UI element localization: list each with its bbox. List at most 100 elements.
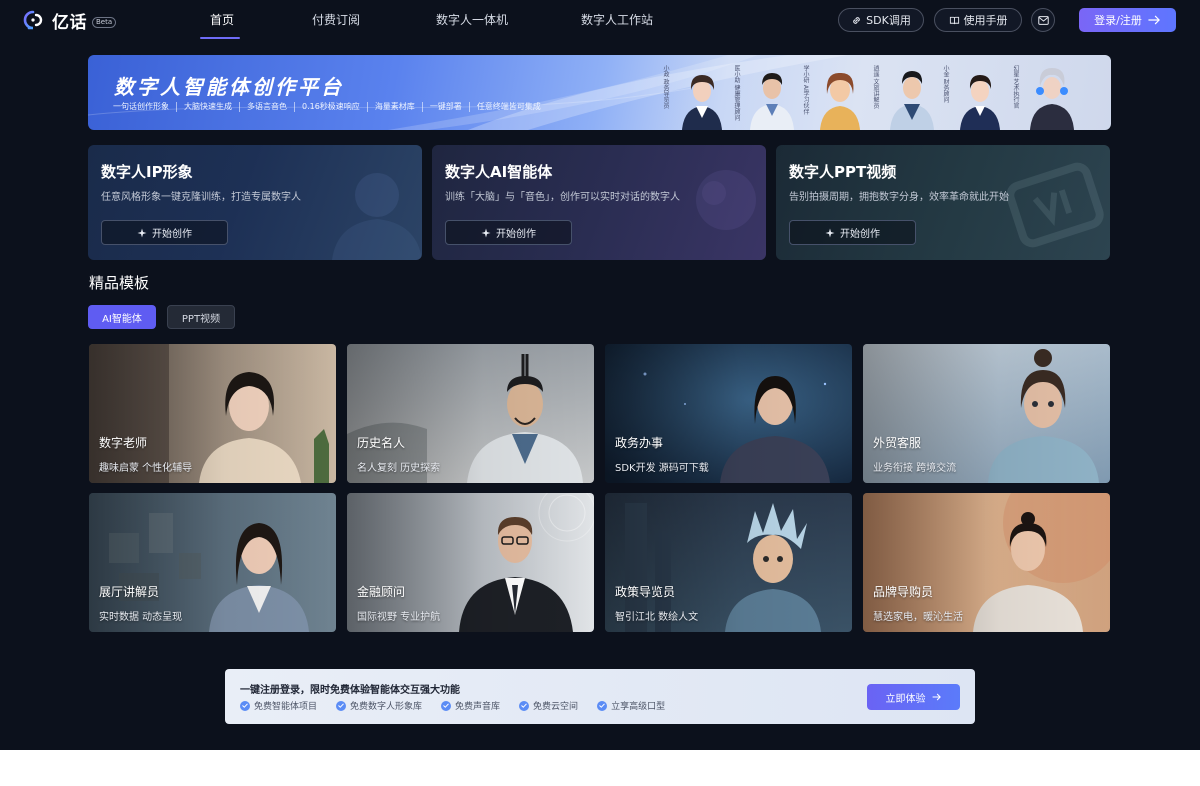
sparkle-icon: [137, 228, 147, 237]
brand-logo[interactable]: 亿话 Beta: [23, 9, 117, 33]
banner-tag: 任意终端皆可集成: [476, 102, 541, 111]
check-circle-icon: [519, 700, 530, 711]
feature-desc: 任意风格形象一键克隆训练，打造专属数字人: [101, 192, 301, 203]
template-name: 金融顾问: [357, 585, 406, 599]
feature-card-ai-agent[interactable]: 数字人AI智能体 训练「大脑」与「音色」，创作可以实时对话的数字人 开始创作: [432, 145, 766, 260]
avatar-caption: 医小助 健康管理顾问: [733, 65, 740, 121]
template-card-historical-figure[interactable]: 历史名人 名人复刻 历史探索: [347, 344, 594, 483]
nav-home[interactable]: 首页: [210, 0, 234, 40]
template-name: 数字老师: [99, 436, 148, 450]
nav-active-indicator: [200, 37, 240, 39]
promo-feature: 免费声音库: [441, 699, 500, 712]
template-name: 品牌导购员: [873, 585, 934, 599]
feature-title: 数字人AI智能体: [445, 163, 553, 181]
nav-digital-human-machine[interactable]: 数字人一体机: [436, 0, 508, 40]
template-subtitle: 业务衔接 跨境交流: [873, 463, 957, 474]
promo-feature-label: 免费云空间: [533, 702, 579, 712]
promo-feature: 立享高级口型: [597, 699, 665, 712]
feature-card-ppt-video[interactable]: 数字人PPT视频 告别拍摄周期，拥抱数字分身，效率革命就此开始 开始创作: [776, 145, 1110, 260]
mail-button[interactable]: [1031, 8, 1055, 32]
try-now-label: 立即体验: [885, 693, 926, 705]
sparkle-icon: [825, 228, 835, 237]
feature-card-ip[interactable]: 数字人IP形象 任意风格形象一键克隆训练，打造专属数字人 开始创作: [88, 145, 422, 260]
book-icon: [949, 16, 959, 24]
feature-title: 数字人PPT视频: [789, 163, 897, 181]
hero-banner[interactable]: 数字人智能体创作平台 一句话创作形象 大脑快速生成 多语言音色 0.16秒极速响…: [88, 55, 1111, 130]
template-card-teacher[interactable]: 数字老师 趣味启蒙 个性化辅导: [89, 344, 336, 483]
banner-tag: 一键部署: [423, 102, 470, 112]
promo-feature: 免费云空间: [519, 699, 578, 712]
promo-feature-label: 立享高级口型: [611, 702, 666, 712]
banner-tag: 0.16秒极速响应: [295, 102, 368, 112]
template-name: 外贸客服: [873, 436, 922, 450]
avatar-figure: [820, 72, 860, 130]
beta-badge: Beta: [92, 16, 117, 28]
template-card-exhibition-guide[interactable]: 展厅讲解员 实时数据 动态呈现: [89, 493, 336, 632]
sdk-button[interactable]: SDK调用: [838, 8, 924, 32]
nav-subscription[interactable]: 付费订阅: [312, 0, 360, 40]
sdk-button-label: SDK调用: [866, 14, 911, 27]
avatar-caption: 小政 政务导览员: [662, 65, 669, 109]
login-register-button[interactable]: 登录/注册: [1079, 8, 1176, 32]
sparkle-icon: [481, 228, 491, 237]
template-subtitle: 国际视野 专业护航: [357, 612, 441, 623]
try-now-button[interactable]: 立即体验: [867, 684, 960, 710]
promo-bar: 一键注册登录，限时免费体验智能体交互强大功能 免费智能体项目 免费数字人形象库 …: [225, 669, 975, 724]
template-card-policy-guide[interactable]: 政策导览员 智引江北 数绘人文: [605, 493, 852, 632]
login-register-label: 登录/注册: [1094, 14, 1142, 27]
template-subtitle: SDK开发 源码可下载: [615, 463, 709, 474]
avatar-figure: [890, 71, 934, 130]
promo-title: 一键注册登录，限时免费体验智能体交互强大功能: [240, 685, 460, 696]
speech-bubble-logo-icon: [23, 10, 43, 30]
template-card-trade-support[interactable]: 外贸客服 业务衔接 跨境交流: [863, 344, 1110, 483]
banner-avatars: 小政 政务导览员 医小助 健康管理顾问 学小研 AI学习伙伴 逍遥 文旅讲解员 …: [662, 55, 1111, 130]
arrow-right-icon: [931, 693, 941, 701]
tab-ppt-video[interactable]: PPT视频: [167, 305, 235, 329]
template-card-financial-advisor[interactable]: 金融顾问 国际视野 专业护航: [347, 493, 594, 632]
template-subtitle: 慧选家电，暖沁生活: [873, 612, 963, 623]
link-icon: [853, 16, 860, 24]
start-create-label: 开始创作: [840, 229, 880, 240]
templates-section-title: 精品模板: [89, 274, 150, 292]
template-name: 政策导览员: [615, 585, 676, 599]
template-subtitle: 趣味启蒙 个性化辅导: [99, 463, 193, 474]
template-name: 展厅讲解员: [99, 585, 160, 599]
banner-tag: 一句话创作形象: [113, 102, 177, 112]
template-card-government-service[interactable]: 政务办事 SDK开发 源码可下载: [605, 344, 852, 483]
app-root: 亿话 Beta 首页 付费订阅 数字人一体机 数字人工作站 SDK调用 使用手册…: [0, 0, 1200, 750]
promo-feature-label: 免费数字人形象库: [350, 702, 423, 712]
avatar-caption: 学小研 AI学习伙伴: [802, 65, 809, 115]
avatar-figure: [750, 73, 794, 130]
avatar-caption: 逍遥 文旅讲解员: [872, 65, 879, 109]
top-navigation: 亿话 Beta 首页 付费订阅 数字人一体机 数字人工作站 SDK调用 使用手册…: [0, 0, 1200, 40]
check-circle-icon: [336, 700, 347, 711]
promo-feature-list: 免费智能体项目 免费数字人形象库 免费声音库 免费云空间 立享高级口型: [240, 699, 684, 712]
promo-feature-label: 免费声音库: [455, 702, 501, 712]
feature-title: 数字人IP形象: [101, 163, 193, 181]
check-circle-icon: [240, 700, 250, 711]
avatar-figure: [1030, 68, 1074, 130]
feature-desc: 训练「大脑」与「音色」，创作可以实时对话的数字人: [445, 192, 680, 203]
start-create-button[interactable]: 开始创作: [101, 220, 228, 245]
start-create-label: 开始创作: [496, 229, 536, 240]
promo-feature: 免费数字人形象库: [336, 699, 422, 712]
mail-icon: [1037, 15, 1049, 25]
manual-button-label: 使用手册: [963, 14, 1008, 27]
template-subtitle: 智引江北 数绘人文: [615, 612, 699, 623]
tab-ai-agent[interactable]: AI智能体: [88, 305, 156, 329]
nav-digital-human-workstation[interactable]: 数字人工作站: [581, 0, 653, 40]
start-create-button[interactable]: 开始创作: [789, 220, 916, 245]
template-name: 政务办事: [615, 436, 664, 450]
template-subtitle: 实时数据 动态呈现: [99, 612, 183, 623]
arrow-right-icon: [1148, 15, 1160, 25]
avatar-figure: [960, 75, 1000, 130]
avatar-caption: 小金 财务顾问: [942, 65, 949, 103]
template-card-brand-shopping-guide[interactable]: 品牌导购员 慧选家电，暖沁生活: [863, 493, 1110, 632]
start-create-button[interactable]: 开始创作: [445, 220, 572, 245]
banner-tag: 大脑快速生成: [177, 102, 240, 112]
start-create-label: 开始创作: [152, 229, 192, 240]
promo-feature-label: 免费智能体项目: [254, 702, 318, 712]
manual-button[interactable]: 使用手册: [934, 8, 1022, 32]
banner-feature-tags: 一句话创作形象 大脑快速生成 多语言音色 0.16秒极速响应 海量素材库 一键部…: [113, 102, 548, 112]
banner-tag: 多语言音色: [240, 102, 295, 112]
